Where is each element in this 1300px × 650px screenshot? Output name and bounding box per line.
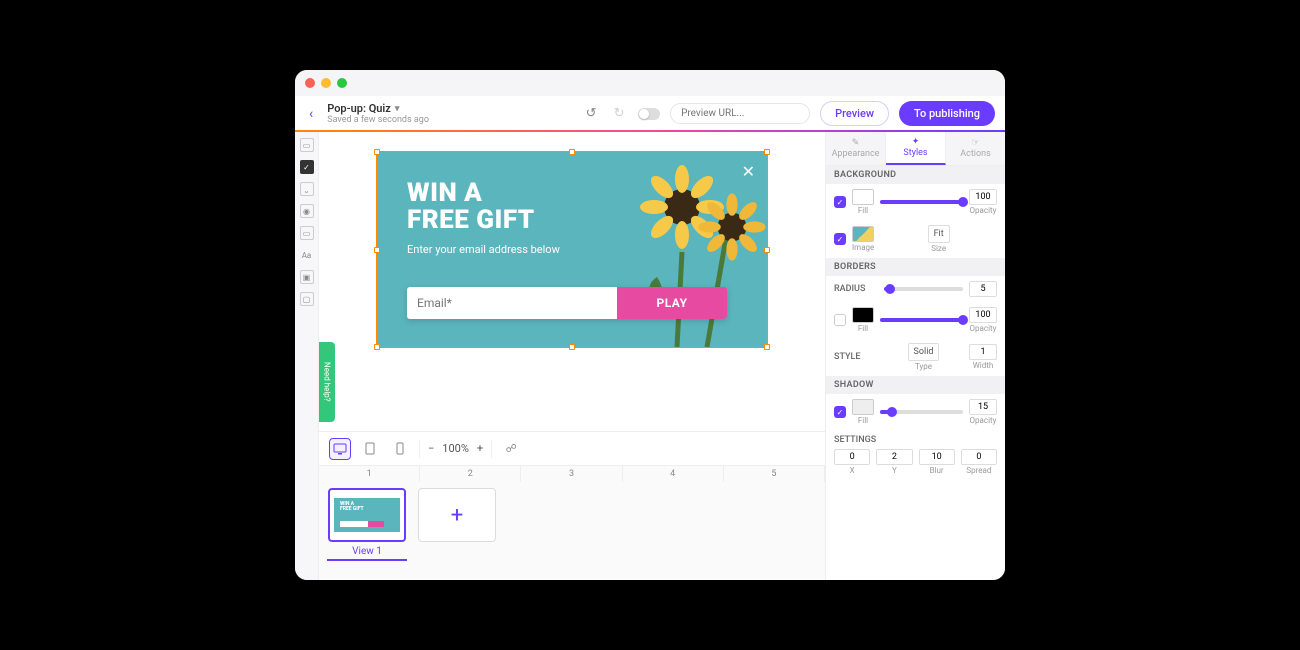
tab-styles[interactable]: ✦Styles	[886, 132, 946, 165]
shadow-opacity-slider[interactable]	[880, 410, 963, 414]
ruler-tick: 4	[623, 466, 724, 482]
resize-handle[interactable]	[764, 149, 770, 155]
bg-opacity-slider[interactable]	[880, 200, 963, 204]
resize-handle[interactable]	[764, 247, 770, 253]
bg-opacity-input[interactable]	[969, 189, 997, 205]
redo-button[interactable]: ↻	[610, 105, 628, 123]
tool-text-icon[interactable]: Aa	[300, 248, 314, 262]
border-radius-slider[interactable]	[884, 287, 963, 291]
ruler-tick: 1	[319, 466, 420, 482]
bg-image-swatch[interactable]	[852, 226, 874, 242]
popup-headline-2: FREE GIFT	[407, 207, 560, 234]
tool-form-icon[interactable]: ▣	[300, 270, 314, 284]
tool-radio-icon[interactable]: ◉	[300, 204, 314, 218]
popup-subtext: Enter your email address below	[407, 243, 560, 256]
zoom-out-button[interactable]: −	[428, 442, 434, 455]
document-title-block: Pop-up: Quiz ▾ Saved a few seconds ago	[327, 102, 429, 125]
chevron-down-icon[interactable]: ▾	[395, 104, 400, 114]
border-fill-checkbox[interactable]	[834, 314, 846, 326]
device-bar: − 100% + ☍	[319, 431, 825, 465]
tool-image-icon[interactable]: ▢	[300, 292, 314, 306]
popup-headline-1: WIN A	[407, 180, 560, 207]
shadow-checkbox[interactable]: ✓	[834, 406, 846, 418]
tab-appearance[interactable]: ✎Appearance	[826, 132, 886, 165]
popup-selection[interactable]: ✕ WIN A FREE GIFT Enter your email addre…	[377, 152, 767, 347]
settings-label: SETTINGS	[834, 435, 878, 445]
style-label: STYLE	[834, 352, 878, 362]
device-mobile-icon[interactable]	[389, 438, 411, 460]
view-thumbnail-1[interactable]: WIN AFREE GIFT View 1	[327, 488, 407, 561]
zoom-level: 100%	[442, 442, 469, 455]
resize-handle[interactable]	[374, 247, 380, 253]
ruler-tick: 3	[521, 466, 622, 482]
preview-url-input[interactable]	[670, 103, 810, 124]
ruler-tick: 2	[420, 466, 521, 482]
bg-size-select[interactable]: Fit	[928, 225, 950, 243]
resize-handle[interactable]	[374, 344, 380, 350]
resize-handle[interactable]	[764, 344, 770, 350]
tool-button-icon[interactable]: ⎵	[300, 182, 314, 196]
device-desktop-icon[interactable]	[329, 438, 351, 460]
shadow-y-input[interactable]	[876, 449, 912, 465]
zoom-in-button[interactable]: +	[477, 442, 483, 455]
preview-button[interactable]: Preview	[820, 101, 889, 126]
styles-icon: ✦	[912, 137, 920, 147]
appearance-icon: ✎	[852, 138, 860, 148]
app-window: ‹ Pop-up: Quiz▾ Saved a few seconds ago …	[295, 70, 1005, 580]
maximize-window-icon[interactable]	[337, 78, 347, 88]
tool-container-icon[interactable]: ▭	[300, 138, 314, 152]
shadow-opacity-input[interactable]	[969, 399, 997, 415]
undo-button[interactable]: ↺	[582, 105, 600, 123]
play-button[interactable]: PLAY	[617, 287, 727, 319]
share-icon[interactable]: ☍	[500, 438, 522, 460]
add-view-button[interactable]: +	[417, 488, 497, 561]
border-fill-swatch[interactable]	[852, 307, 874, 323]
bg-fill-checkbox[interactable]: ✓	[834, 196, 846, 208]
device-tablet-icon[interactable]	[359, 438, 381, 460]
close-icon[interactable]: ✕	[742, 162, 755, 181]
tool-input-icon[interactable]: ▭	[300, 226, 314, 240]
close-window-icon[interactable]	[305, 78, 315, 88]
app-header: ‹ Pop-up: Quiz▾ Saved a few seconds ago …	[295, 96, 1005, 132]
shadow-blur-input[interactable]	[919, 449, 955, 465]
section-shadow: SHADOW	[826, 376, 1005, 394]
section-borders: BORDERS	[826, 258, 1005, 276]
preview-toggle[interactable]	[638, 108, 660, 120]
section-background: BACKGROUND	[826, 166, 1005, 184]
ruler: 1 2 3 4 5	[319, 466, 825, 482]
border-opacity-slider[interactable]	[880, 318, 963, 322]
resize-handle[interactable]	[569, 149, 575, 155]
publish-button[interactable]: To publishing	[899, 101, 995, 126]
tool-rail: ▭ ✓ ⎵ ◉ ▭ Aa ▣ ▢	[295, 132, 319, 580]
popup-element[interactable]: ✕ WIN A FREE GIFT Enter your email addre…	[377, 152, 767, 347]
border-radius-input[interactable]	[969, 281, 997, 297]
view-label: View 1	[352, 546, 382, 557]
shadow-spread-input[interactable]	[961, 449, 997, 465]
email-field[interactable]	[407, 287, 617, 319]
border-width-input[interactable]	[969, 344, 997, 360]
bg-fill-swatch[interactable]	[852, 189, 874, 205]
save-status: Saved a few seconds ago	[327, 115, 429, 125]
canvas[interactable]: ✕ WIN A FREE GIFT Enter your email addre…	[319, 132, 825, 431]
border-opacity-input[interactable]	[969, 307, 997, 323]
back-button[interactable]: ‹	[305, 104, 317, 124]
shadow-x-input[interactable]	[834, 449, 870, 465]
help-tab[interactable]: Need help?	[319, 342, 335, 422]
properties-panel: ✎Appearance ✦Styles ☞Actions BACKGROUND …	[825, 132, 1005, 580]
document-title[interactable]: Pop-up: Quiz	[327, 102, 391, 115]
minimize-window-icon[interactable]	[321, 78, 331, 88]
shadow-fill-swatch[interactable]	[852, 399, 874, 415]
resize-handle[interactable]	[569, 344, 575, 350]
resize-handle[interactable]	[374, 149, 380, 155]
tab-actions[interactable]: ☞Actions	[946, 132, 1005, 165]
window-titlebar	[295, 70, 1005, 96]
bg-image-checkbox[interactable]: ✓	[834, 233, 846, 245]
ruler-tick: 5	[724, 466, 825, 482]
plus-icon: +	[451, 503, 463, 528]
radius-label: RADIUS	[834, 284, 878, 294]
tool-checkbox-icon[interactable]: ✓	[300, 160, 314, 174]
views-strip: 1 2 3 4 5 WIN AFREE GIFT View 1 +	[319, 465, 825, 580]
border-type-select[interactable]: Solid	[908, 343, 940, 361]
actions-icon: ☞	[971, 138, 979, 148]
